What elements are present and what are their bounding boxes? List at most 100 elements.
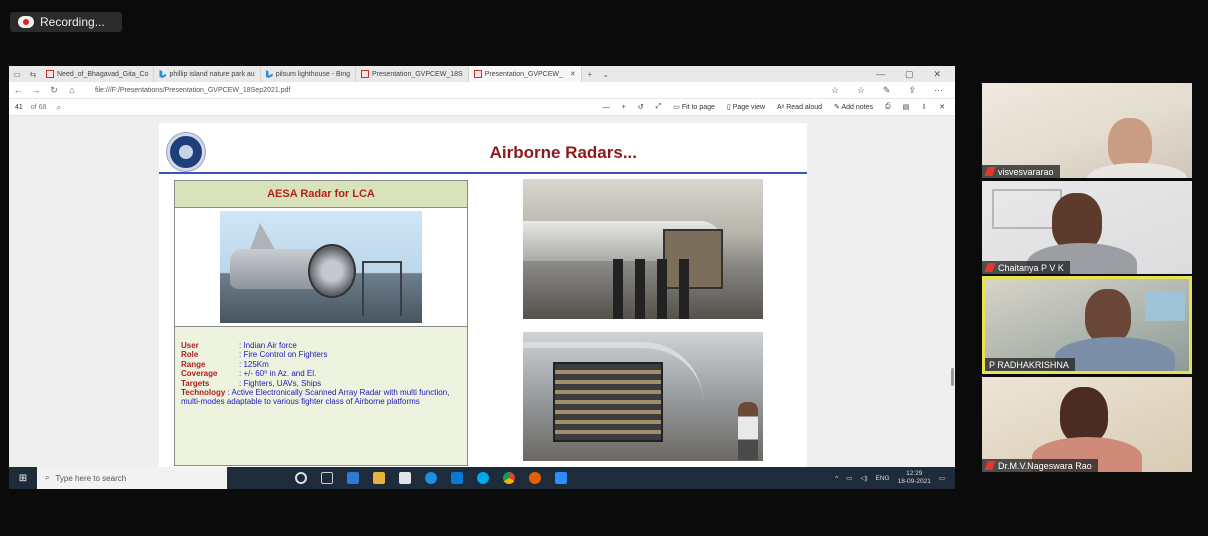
- technicians: [613, 259, 693, 319]
- firefox-icon[interactable]: [529, 472, 541, 484]
- participant-name: Dr.M.V.Nageswara Rao: [998, 460, 1092, 471]
- chevron-down-icon[interactable]: ⌄: [598, 70, 614, 79]
- radar-specs: User : Indian Air force Role : Fire Cont…: [175, 327, 467, 407]
- favorite-icon[interactable]: ☆: [831, 85, 839, 96]
- mic-muted-icon: [984, 461, 995, 470]
- notification-icon[interactable]: ▭: [939, 474, 945, 482]
- panel-title: AESA Radar for LCA: [175, 181, 467, 208]
- search-icon[interactable]: ⌕: [56, 102, 61, 113]
- pen-icon[interactable]: ✎: [883, 85, 891, 96]
- pin-icon[interactable]: ✕: [939, 103, 945, 111]
- more-icon[interactable]: ···: [934, 85, 943, 96]
- tab-label: Need_of_Bhagavad_Gita_Co: [57, 70, 149, 78]
- zoom-out-button[interactable]: —: [603, 104, 610, 111]
- volume-icon[interactable]: ◁): [860, 474, 867, 482]
- windows-start-icon[interactable]: ⊞: [9, 473, 37, 484]
- participant-tile-1[interactable]: visvesvararao: [982, 83, 1192, 178]
- tab-list-icon[interactable]: ⇆: [25, 70, 41, 79]
- zoom-icon[interactable]: [555, 472, 567, 484]
- mail-icon[interactable]: [451, 472, 463, 484]
- spec-value: : 125Km: [239, 359, 269, 369]
- participant-face: [1085, 289, 1131, 343]
- print-icon[interactable]: ⎙: [885, 103, 891, 111]
- pdf-viewer[interactable]: Airborne Radars... AESA Radar for LCA Us…: [9, 116, 955, 473]
- system-tray: ^ ▭ ◁) ENG 12:29 18-09-2021 ▭: [835, 470, 955, 486]
- add-notes-button[interactable]: ✎ Add notes: [834, 103, 873, 111]
- participant-shirt: [1087, 163, 1187, 178]
- tab-presentation-1[interactable]: Presentation_GVPCEW_18S: [356, 66, 469, 82]
- rotate-icon[interactable]: ↺: [638, 103, 644, 111]
- scrollbar[interactable]: [951, 368, 954, 386]
- participant-name-tag: Chaitanya P V K: [982, 261, 1070, 274]
- file-explorer-icon[interactable]: [373, 472, 385, 484]
- read-aloud-button[interactable]: Aᵃ Read aloud: [777, 104, 822, 111]
- tab-presentation-active[interactable]: Presentation_GVPCEW_ ✕: [468, 66, 582, 82]
- cortana-icon[interactable]: [295, 472, 307, 484]
- browser-icon[interactable]: [425, 472, 437, 484]
- radar-info-panel: AESA Radar for LCA User : Indian Air for…: [174, 180, 468, 466]
- date: 18-09-2021: [897, 478, 931, 485]
- tab-gita[interactable]: Need_of_Bhagavad_Gita_Co: [41, 66, 155, 82]
- fullscreen-icon[interactable]: ⤢: [656, 103, 662, 111]
- chrome-icon[interactable]: [503, 472, 515, 484]
- participant-tile-4[interactable]: Dr.M.V.Nageswara Rao: [982, 377, 1192, 472]
- skype-icon[interactable]: [477, 472, 489, 484]
- tab-label: Presentation_GVPCEW_18S: [372, 70, 463, 78]
- participant-face: [1060, 387, 1108, 443]
- bing-icon: [265, 70, 273, 78]
- recording-indicator[interactable]: Recording...: [10, 12, 122, 32]
- spec-label: Role: [181, 350, 199, 360]
- network-icon[interactable]: ▭: [846, 474, 852, 482]
- share-icon[interactable]: ⇪: [908, 85, 916, 96]
- mic-muted-icon: [984, 167, 995, 176]
- save-as-icon[interactable]: ⇩: [921, 103, 927, 111]
- save-icon[interactable]: ▤: [903, 103, 910, 111]
- spec-label: Targets: [181, 378, 210, 388]
- fit-to-page-button[interactable]: ▭ Fit to page: [673, 103, 715, 111]
- radar-hangar-photo: [523, 179, 763, 319]
- participant-name: Chaitanya P V K: [998, 262, 1064, 273]
- spec-value: : +/- 60⁰ in Az. and El.: [239, 369, 317, 379]
- slide-title: Airborne Radars...: [489, 143, 637, 162]
- close-icon[interactable]: ✕: [933, 69, 941, 80]
- page-number-field[interactable]: 41: [15, 104, 23, 111]
- pinned-apps: [295, 472, 567, 484]
- task-view-icon[interactable]: [321, 472, 333, 484]
- spec-label: Technology: [181, 388, 226, 398]
- url-field[interactable]: file:///F:/Presentations/Presentation_GV…: [95, 87, 290, 94]
- spec-value: : Indian Air force: [239, 341, 297, 350]
- store-icon[interactable]: [399, 472, 411, 484]
- participant-name: visvesvararao: [998, 166, 1054, 177]
- tab-pilsum[interactable]: pilsum lighthouse - Bing: [261, 66, 357, 82]
- taskbar-search[interactable]: ⌕ Type here to search: [37, 467, 227, 489]
- page-view-button[interactable]: ▯ Page view: [727, 103, 765, 111]
- read-aloud-label: Read aloud: [786, 103, 823, 111]
- participant-name: P RADHAKRISHNA: [989, 359, 1069, 370]
- back-icon[interactable]: ←: [9, 85, 27, 95]
- forward-icon[interactable]: →: [27, 85, 45, 95]
- new-tab-button[interactable]: +: [582, 70, 598, 79]
- spec-label: User: [181, 341, 199, 350]
- participant-tile-2[interactable]: Chaitanya P V K: [982, 181, 1192, 274]
- participant-tile-3-active-speaker[interactable]: P RADHAKRISHNA: [982, 276, 1192, 374]
- tab-actions-icon[interactable]: ▭: [9, 70, 25, 79]
- edge-icon[interactable]: [347, 472, 359, 484]
- tab-label: pilsum lighthouse - Bing: [275, 70, 351, 78]
- minimize-icon[interactable]: —: [876, 69, 885, 80]
- spec-row-user: User : Indian Air force: [181, 341, 459, 350]
- zoom-in-button[interactable]: +: [622, 104, 626, 111]
- home-icon[interactable]: ⌂: [63, 85, 81, 95]
- refresh-icon[interactable]: ↻: [45, 85, 63, 96]
- slide-page: Airborne Radars... AESA Radar for LCA Us…: [159, 123, 807, 473]
- add-notes-label: Add notes: [841, 104, 874, 111]
- chevron-up-icon[interactable]: ^: [835, 475, 838, 482]
- avionics-bay: [553, 362, 663, 442]
- spec-value: : Fighters, UAVs, Ships: [239, 378, 322, 388]
- close-tab-icon[interactable]: ✕: [570, 70, 576, 78]
- tab-phillip-island[interactable]: phillip island nature park au: [154, 66, 261, 82]
- clock[interactable]: 12:29 18-09-2021: [898, 470, 931, 486]
- language-indicator[interactable]: ENG: [876, 475, 890, 482]
- maximize-icon[interactable]: ▢: [905, 69, 914, 80]
- page-total: of 68: [30, 103, 47, 111]
- favorites-list-icon[interactable]: ☆: [857, 85, 865, 96]
